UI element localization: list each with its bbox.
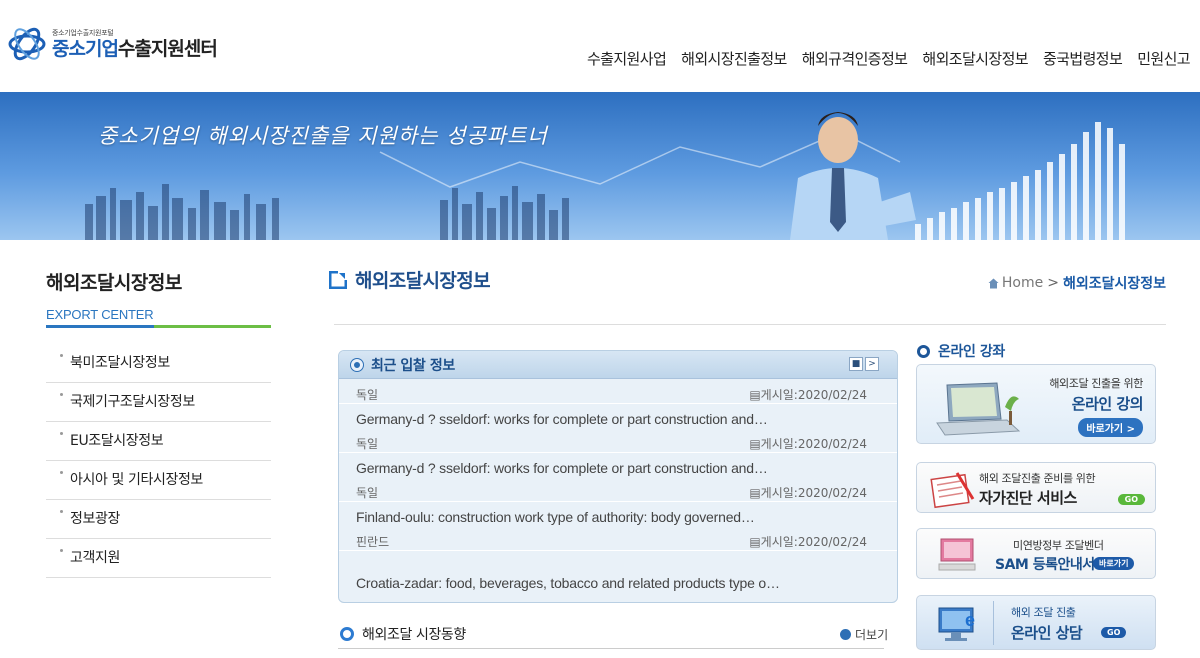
lecture-title: 온라인 강의 bbox=[1071, 395, 1144, 413]
monitor-e-icon: e bbox=[938, 607, 975, 641]
next-arrow-icon[interactable]: > bbox=[865, 357, 879, 371]
bid-meta-row: 독일 ▤게시일:2020/02/24 bbox=[356, 386, 867, 403]
bid-title-link[interactable]: Croatia-zadar: food, beverages, tobacco … bbox=[356, 575, 780, 591]
market-trend-heading: 해외조달 시장동향 bbox=[340, 624, 466, 644]
online-course-title: 온라인 강좌 bbox=[938, 344, 1005, 360]
sidebar-subtitle: EXPORT CENTER bbox=[46, 307, 154, 322]
recent-bids-title: 최근 입찰 정보 bbox=[371, 357, 455, 374]
page-title: 해외조달시장정보 bbox=[329, 266, 491, 293]
nav-export-support[interactable]: 수출지원사업 bbox=[587, 48, 667, 69]
recent-bids-panel: 최근 입찰 정보 ■ > 독일 ▤게시일:2020/02/24 Germany-… bbox=[338, 350, 898, 603]
computer-icon bbox=[938, 538, 976, 571]
sam-guide-banner[interactable]: 미연방정부 조달벤더 SAM 등록안내서 바로가기 bbox=[916, 528, 1156, 579]
checklist-icon bbox=[930, 472, 975, 509]
sidebar-item-north-america[interactable]: 북미조달시장정보 bbox=[46, 344, 271, 383]
bid-country: 독일 bbox=[356, 486, 379, 500]
nav-complaint[interactable]: 민원신고 bbox=[1137, 48, 1190, 69]
bullet-icon bbox=[351, 358, 363, 371]
recent-bids-header: 최근 입찰 정보 ■ > bbox=[339, 351, 897, 379]
site-header: 중소기업수출지원포털 중소기업수출지원센터 수출지원사업 해외시장진출정보 해외… bbox=[0, 0, 1200, 92]
consult-title: 온라인 상담 bbox=[1011, 624, 1083, 642]
market-divider bbox=[338, 648, 884, 649]
logo-globe-icon bbox=[8, 27, 46, 61]
bid-title-link[interactable]: Finland-oulu: construction work type of … bbox=[356, 509, 755, 525]
nav-certification[interactable]: 해외규격인증정보 bbox=[802, 48, 908, 69]
bid-date: ▤게시일:2020/02/24 bbox=[749, 535, 867, 549]
sidebar-item-eu[interactable]: EU조달시장정보 bbox=[46, 422, 271, 461]
bid-title-link[interactable]: Germany-d ? sseldorf: works for complete… bbox=[356, 460, 768, 476]
banner-person bbox=[790, 112, 916, 240]
row-divider bbox=[339, 403, 897, 404]
title-bracket-icon bbox=[329, 270, 347, 289]
hero-banner: 중소기업의 해외시장진출을 지원하는 성공파트너 bbox=[0, 92, 1200, 240]
content-divider bbox=[334, 324, 1166, 325]
sidebar-item-support[interactable]: 고객지원 bbox=[46, 539, 271, 578]
diagnosis-title: 자가진단 서비스 bbox=[979, 489, 1077, 507]
row-divider bbox=[339, 452, 897, 453]
ring-bullet-icon bbox=[340, 627, 354, 641]
site-logo[interactable]: 중소기업수출지원포털 중소기업수출지원센터 bbox=[6, 24, 218, 64]
market-trend-title: 해외조달 시장동향 bbox=[362, 627, 466, 643]
more-label: 더보기 bbox=[855, 628, 889, 642]
banner-slogan: 중소기업의 해외시장진출을 지원하는 성공파트너 bbox=[98, 124, 548, 148]
sam-caption: 미연방정부 조달벤더 bbox=[1013, 539, 1104, 552]
bid-country: 핀란드 bbox=[356, 535, 390, 549]
sidebar-title: 해외조달시장정보 bbox=[46, 272, 182, 294]
sidebar-item-intl-org[interactable]: 국제기구조달시장정보 bbox=[46, 383, 271, 422]
banner-graphic bbox=[85, 112, 1125, 240]
lecture-go-button[interactable]: 바로가기 > bbox=[1078, 418, 1143, 437]
row-divider bbox=[339, 501, 897, 502]
sidebar-menu: 북미조달시장정보 국제기구조달시장정보 EU조달시장정보 아시아 및 기타시장정… bbox=[46, 344, 271, 578]
svg-text:e: e bbox=[965, 610, 975, 630]
sidebar-item-info-plaza[interactable]: 정보광장 bbox=[46, 500, 271, 539]
sidebar-divider bbox=[46, 325, 271, 328]
more-link[interactable]: 더보기 bbox=[840, 626, 888, 643]
nav-procurement[interactable]: 해외조달시장정보 bbox=[922, 48, 1028, 69]
logo-name: 중소기업수출지원센터 bbox=[52, 37, 218, 60]
online-consult-banner[interactable]: e 해외 조달 진출 온라인 상담 GO bbox=[916, 595, 1156, 650]
online-lecture-banner[interactable]: 해외조달 진출을 위한 온라인 강의 바로가기 > bbox=[916, 364, 1156, 444]
nav-overseas-market[interactable]: 해외시장진출정보 bbox=[681, 48, 787, 69]
lecture-caption: 해외조달 진출을 위한 bbox=[1049, 377, 1143, 390]
ticker-controls: ■ > bbox=[849, 357, 879, 371]
bid-date: ▤게시일:2020/02/24 bbox=[749, 486, 867, 500]
page-title-text: 해외조달시장정보 bbox=[355, 270, 491, 292]
bid-date: ▤게시일:2020/02/24 bbox=[749, 388, 867, 402]
bid-date: ▤게시일:2020/02/24 bbox=[749, 437, 867, 451]
bid-country: 독일 bbox=[356, 437, 379, 451]
main-nav: 수출지원사업 해외시장진출정보 해외규격인증정보 해외조달시장정보 중국법령정보… bbox=[587, 48, 1191, 69]
breadcrumb: Home > 해외조달시장정보 bbox=[988, 273, 1166, 293]
home-icon bbox=[988, 278, 999, 288]
consult-go-button[interactable]: GO bbox=[1101, 627, 1127, 638]
consult-caption: 해외 조달 진출 bbox=[1011, 606, 1076, 619]
nav-china-law[interactable]: 중국법령정보 bbox=[1043, 48, 1123, 69]
breadcrumb-chevron-icon: > bbox=[1047, 275, 1059, 291]
bid-title-link[interactable]: Germany-d ? sseldorf: works for complete… bbox=[356, 411, 768, 427]
diagnosis-caption: 해외 조달진출 준비를 위한 bbox=[979, 472, 1096, 485]
breadcrumb-current: 해외조달시장정보 bbox=[1062, 276, 1166, 292]
logo-tagline: 중소기업수출지원포털 bbox=[52, 28, 114, 37]
stop-icon[interactable]: ■ bbox=[849, 357, 863, 371]
sam-go-button[interactable]: 바로가기 bbox=[1093, 557, 1135, 570]
sidebar-item-asia[interactable]: 아시아 및 기타시장정보 bbox=[46, 461, 271, 500]
more-bullet-icon bbox=[840, 629, 851, 640]
online-course-heading: 온라인 강좌 bbox=[917, 341, 1005, 361]
sam-title: SAM 등록안내서 bbox=[995, 557, 1095, 573]
diagnosis-go-button[interactable]: GO bbox=[1117, 494, 1145, 505]
bid-country: 독일 bbox=[356, 388, 379, 402]
row-divider bbox=[339, 550, 897, 551]
sidebar: 해외조달시장정보 EXPORT CENTER 북미조달시장정보 국제기구조달시장… bbox=[46, 268, 271, 578]
self-diagnosis-banner[interactable]: 해외 조달진출 준비를 위한 자가진단 서비스 GO bbox=[916, 462, 1156, 513]
breadcrumb-home[interactable]: Home bbox=[1002, 275, 1043, 291]
bid-meta-row: 독일 ▤게시일:2020/02/24 bbox=[356, 484, 867, 501]
ring-bullet-icon bbox=[917, 344, 930, 358]
bid-meta-row: 핀란드 ▤게시일:2020/02/24 bbox=[356, 533, 867, 550]
laptop-icon bbox=[936, 382, 1021, 436]
bid-meta-row: 독일 ▤게시일:2020/02/24 bbox=[356, 435, 867, 452]
